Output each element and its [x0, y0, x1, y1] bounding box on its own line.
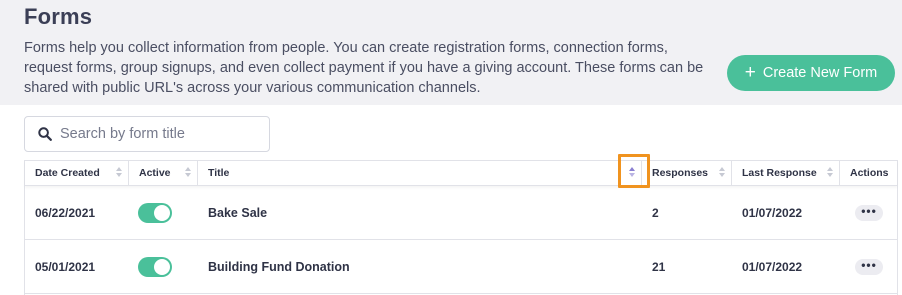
table-header: Date Created Active Title Responses Last…	[25, 154, 897, 188]
sort-icon[interactable]	[116, 167, 122, 179]
active-toggle[interactable]	[138, 256, 172, 277]
search-box[interactable]	[24, 116, 270, 152]
date-created-cell: 05/01/2021	[35, 259, 96, 274]
column-header-label: Active	[139, 167, 171, 179]
column-header-label: Last Response	[742, 167, 817, 179]
actions-cell: •••	[855, 186, 883, 239]
column-header-date-created[interactable]: Date Created	[25, 161, 129, 185]
title-cell[interactable]: Bake Sale	[208, 186, 267, 239]
create-new-form-label: Create New Form	[762, 65, 878, 81]
sort-icon[interactable]	[719, 167, 725, 179]
active-cell	[138, 240, 172, 293]
page-title: Forms	[24, 4, 93, 29]
date-created-cell: 06/22/2021	[35, 205, 96, 220]
column-header-label: Title	[208, 167, 230, 179]
column-header-responses[interactable]: Responses	[642, 161, 732, 185]
toggle-knob	[154, 258, 170, 275]
active-toggle[interactable]	[138, 202, 172, 223]
column-header-label: Date Created	[35, 167, 100, 179]
actions-cell: •••	[855, 240, 883, 293]
forms-table: Date Created Active Title Responses Last…	[24, 154, 898, 295]
active-cell	[138, 186, 172, 239]
plus-icon: +	[744, 61, 756, 83]
sort-icon[interactable]	[827, 167, 833, 179]
page-header: Forms Forms help you collect information…	[0, 0, 902, 105]
last-response-cell: 01/07/2022	[742, 259, 803, 274]
page-description: Forms help you collect information from …	[24, 40, 704, 96]
more-actions-button[interactable]: •••	[855, 258, 883, 275]
column-header-label: Actions	[850, 167, 889, 179]
title-cell[interactable]: Building Fund Donation	[208, 240, 350, 293]
responses-cell: 21	[652, 259, 666, 274]
table-row[interactable]: 06/22/2021 Bake Sale 2 01/07/2022 •••	[25, 186, 897, 240]
create-new-form-button[interactable]: + Create New Form	[727, 55, 895, 91]
more-actions-button[interactable]: •••	[855, 204, 883, 221]
column-header-title[interactable]: Title	[198, 161, 642, 185]
sort-icon[interactable]	[185, 167, 191, 179]
column-header-last-response[interactable]: Last Response	[732, 161, 840, 185]
toggle-knob	[154, 204, 170, 221]
column-header-active[interactable]: Active	[129, 161, 198, 185]
column-header-actions: Actions	[840, 161, 897, 185]
sort-highlight-box	[618, 154, 650, 188]
table-row[interactable]: 05/01/2021 Building Fund Donation 21 01/…	[25, 240, 897, 294]
column-header-label: Responses	[652, 167, 709, 179]
responses-cell: 2	[652, 205, 659, 220]
search-icon	[38, 127, 52, 141]
last-response-cell: 01/07/2022	[742, 205, 803, 220]
search-input[interactable]	[60, 126, 260, 142]
